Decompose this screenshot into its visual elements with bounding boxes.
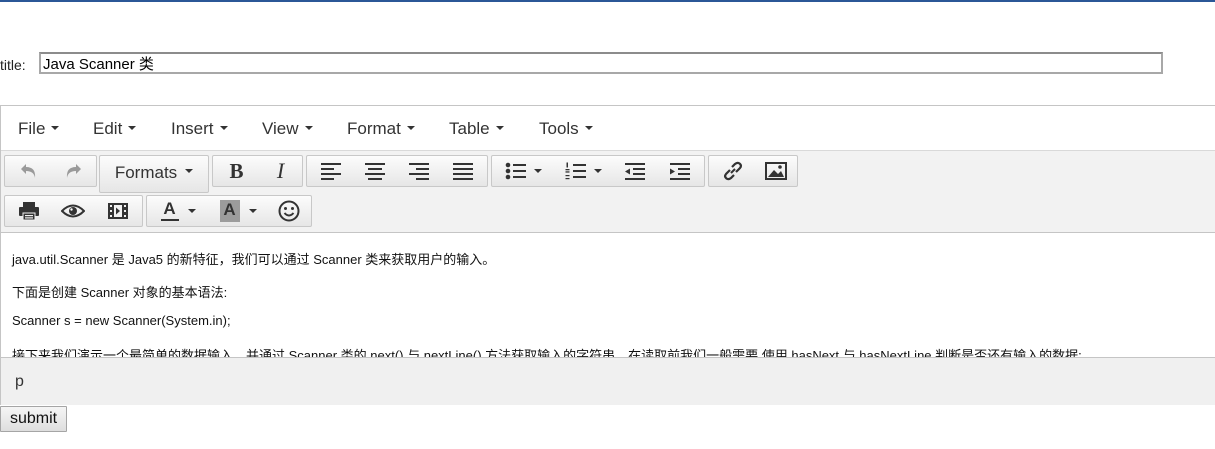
top-accent-line [0, 0, 1215, 2]
outdent-button[interactable] [613, 156, 657, 186]
text-color-glyph: A [163, 199, 176, 218]
rich-text-editor: File Edit Insert View Format Table Tools… [0, 105, 1215, 405]
editor-content-area[interactable]: java.util.Scanner 是 Java5 的新特征，我们可以通过 Sc… [1, 233, 1215, 357]
chevron-down-icon [187, 209, 196, 213]
list-indent-group [491, 155, 705, 187]
align-left-button[interactable] [309, 156, 353, 186]
align-center-icon [365, 163, 385, 180]
align-justify-button[interactable] [441, 156, 485, 186]
image-icon [764, 162, 787, 180]
media-icon [107, 203, 128, 219]
text-color-button[interactable]: A [149, 196, 207, 226]
background-color-icon: A [219, 200, 240, 222]
title-input[interactable] [39, 52, 1163, 74]
align-center-button[interactable] [353, 156, 397, 186]
menu-table[interactable]: Table [449, 119, 504, 139]
outdent-icon [625, 163, 645, 180]
chevron-down-icon [533, 169, 542, 173]
editor-menubar: File Edit Insert View Format Table Tools [1, 106, 1215, 151]
chevron-down-icon [248, 209, 257, 213]
menu-insert[interactable]: Insert [171, 119, 228, 139]
media-button[interactable] [95, 196, 140, 226]
redo-button[interactable] [51, 156, 95, 186]
content-paragraph: java.util.Scanner 是 Java5 的新特征，我们可以通过 Sc… [12, 252, 496, 267]
indent-icon [670, 163, 690, 180]
bullet-list-icon [505, 162, 526, 180]
chevron-down-icon [593, 169, 602, 173]
emoticons-button[interactable] [268, 196, 310, 226]
text-color-swatch [160, 219, 179, 221]
element-path[interactable]: p [15, 373, 24, 391]
chevron-down-icon [495, 125, 504, 130]
menu-file-label: File [18, 119, 46, 138]
content-paragraph: Scanner s = new Scanner(System.in); [12, 313, 231, 328]
align-right-icon [409, 163, 429, 180]
link-icon [723, 161, 742, 181]
image-button[interactable] [754, 156, 797, 186]
menu-view-label: View [262, 119, 299, 138]
italic-button[interactable]: I [259, 156, 302, 186]
formats-label: Formats [114, 163, 178, 182]
menu-table-label: Table [449, 119, 490, 138]
menu-format-label: Format [347, 119, 401, 138]
indent-button[interactable] [658, 156, 702, 186]
menu-format[interactable]: Format [347, 119, 415, 139]
bold-icon: B [229, 158, 244, 183]
align-justify-icon [453, 163, 473, 180]
bullet-list-button[interactable] [494, 156, 552, 186]
italic-icon: I [276, 158, 285, 183]
submit-button[interactable]: submit [0, 406, 68, 432]
undo-button[interactable] [7, 156, 51, 186]
formats-button[interactable]: Formats [100, 156, 208, 190]
menu-insert-label: Insert [171, 119, 214, 138]
formats-dropdown[interactable]: Formats [99, 155, 209, 193]
preview-icon [61, 204, 85, 218]
align-right-button[interactable] [397, 156, 441, 186]
content-paragraph: 下面是创建 Scanner 对象的基本语法: [12, 285, 228, 300]
insert-group [708, 155, 798, 187]
chevron-down-icon [185, 169, 194, 173]
menu-tools[interactable]: Tools [539, 119, 593, 139]
bold-button[interactable]: B [215, 156, 258, 186]
color-emoticon-group: A A [146, 195, 312, 227]
redo-icon [66, 164, 81, 178]
chevron-down-icon [304, 125, 313, 130]
chevron-down-icon [128, 125, 137, 130]
text-color-icon: A [160, 199, 179, 222]
chevron-down-icon [51, 125, 60, 130]
menu-tools-label: Tools [539, 119, 579, 138]
menu-edit[interactable]: Edit [93, 119, 137, 139]
history-group [4, 155, 97, 187]
emoticons-icon [278, 200, 300, 222]
alignment-group [306, 155, 488, 187]
title-label: title: [0, 57, 26, 73]
preview-button[interactable] [51, 196, 95, 226]
numbered-list-icon [565, 162, 586, 180]
background-color-button[interactable]: A [209, 196, 267, 226]
content-paragraph: 接下来我们演示一个最简单的数据输入，并通过 Scanner 类的 next() … [12, 348, 1082, 357]
output-group [4, 195, 143, 227]
text-style-group: B I [212, 155, 303, 187]
background-color-glyph: A [223, 200, 236, 219]
print-icon [19, 202, 39, 221]
editor-toolbar: Formats B I A A [1, 151, 1215, 233]
chevron-down-icon [406, 125, 415, 130]
chevron-down-icon [219, 125, 228, 130]
menu-edit-label: Edit [93, 119, 123, 138]
align-left-icon [321, 163, 341, 180]
menu-file[interactable]: File [18, 119, 60, 139]
link-button[interactable] [711, 156, 754, 186]
menu-view[interactable]: View [262, 119, 313, 139]
numbered-list-button[interactable] [554, 156, 612, 186]
chevron-down-icon [584, 125, 593, 130]
editor-statusbar: p [1, 357, 1215, 405]
print-button[interactable] [7, 196, 51, 226]
undo-icon [21, 164, 36, 178]
